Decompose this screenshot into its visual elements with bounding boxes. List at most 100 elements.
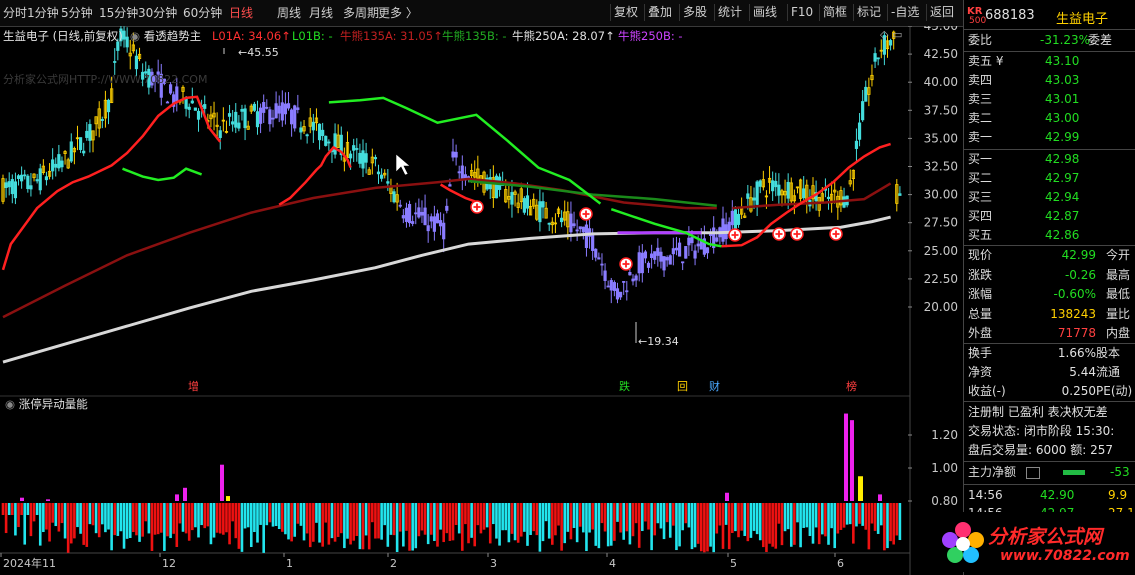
candle-body bbox=[888, 40, 893, 46]
volume-bar bbox=[538, 503, 542, 552]
x-label-7: 6 bbox=[837, 557, 844, 570]
candle-body bbox=[668, 255, 672, 265]
candle-body bbox=[10, 179, 14, 195]
volume-bar bbox=[243, 503, 247, 529]
candle-body bbox=[134, 55, 139, 70]
candle-body bbox=[265, 106, 269, 109]
period-tab-2[interactable]: 5分钟 bbox=[61, 5, 93, 21]
volume-bar bbox=[833, 503, 837, 549]
volume-bar bbox=[786, 503, 790, 530]
bid-row-3[interactable]: 买四 42.87 bbox=[968, 207, 1134, 226]
candle-body bbox=[594, 248, 598, 258]
toolbar-button-5[interactable]: F10 bbox=[787, 4, 816, 21]
sub-indicator[interactable]: ◉ 涨停异动量能 bbox=[5, 396, 88, 412]
volume-bar bbox=[892, 503, 895, 545]
volume-bar bbox=[814, 503, 818, 528]
volume-spike bbox=[20, 497, 24, 501]
volume-bar bbox=[305, 503, 309, 534]
volume-bar bbox=[541, 503, 545, 542]
volume-bar bbox=[485, 503, 489, 528]
candle-body bbox=[656, 247, 660, 256]
event-mark-2[interactable]: 回 bbox=[676, 380, 689, 394]
period-tab-7[interactable]: 周线 bbox=[277, 5, 301, 21]
period-tab-5[interactable]: 60分钟 bbox=[183, 5, 222, 21]
candle-body bbox=[643, 251, 648, 259]
candle-body bbox=[802, 188, 806, 199]
candle-body bbox=[184, 98, 188, 109]
indicator-name[interactable]: ◉ 看透趋势主 bbox=[130, 28, 201, 44]
candle-body bbox=[333, 133, 337, 155]
candle-body bbox=[82, 150, 86, 154]
ask-row-2[interactable]: 卖三 43.01 bbox=[968, 90, 1134, 109]
bid-row-4[interactable]: 买五 42.86 bbox=[968, 226, 1134, 245]
bid-row-2[interactable]: 买三 42.94 bbox=[968, 188, 1134, 207]
volume-bar bbox=[594, 503, 598, 546]
chart-controls[interactable]: ◇ ▭ bbox=[880, 28, 902, 41]
info-row-2: 盘后交易量: 6000 额: 257 bbox=[968, 443, 1113, 457]
candle-body bbox=[355, 148, 359, 150]
volume-bar bbox=[429, 503, 433, 535]
volume-bar bbox=[147, 503, 151, 534]
toolbar-button-4[interactable]: 画线 bbox=[749, 4, 780, 21]
volume-bar bbox=[346, 503, 349, 539]
volume-bar bbox=[895, 503, 899, 536]
volume-bar bbox=[861, 503, 864, 526]
event-mark-0[interactable]: 增 bbox=[187, 380, 200, 394]
candle-body bbox=[60, 160, 64, 168]
period-tab-8[interactable]: 月线 bbox=[309, 5, 333, 21]
period-tab-9[interactable]: 多周期 bbox=[343, 5, 379, 21]
event-mark-4[interactable]: 榜 bbox=[845, 380, 858, 394]
period-tab-4[interactable]: 30分钟 bbox=[138, 5, 177, 21]
volume-bar bbox=[783, 503, 787, 532]
candle-body bbox=[687, 237, 691, 246]
legend-line-3: 牛熊135B: - bbox=[442, 29, 507, 43]
toolbar-button-3[interactable]: 统计 bbox=[714, 4, 745, 21]
mouse-cursor-icon bbox=[395, 153, 411, 176]
stat2-extra: 流通 bbox=[1096, 365, 1121, 379]
stat2-label: 净资 bbox=[968, 365, 993, 379]
volume-bar bbox=[641, 503, 644, 532]
volume-bar bbox=[268, 503, 272, 523]
bid-row-1[interactable]: 买二 42.97 bbox=[968, 169, 1134, 188]
volume-bar bbox=[886, 503, 889, 549]
toolbar-button-1[interactable]: 叠加 bbox=[644, 4, 675, 21]
ask-row-4[interactable]: 卖一 42.99 bbox=[968, 128, 1134, 147]
volume-bar bbox=[678, 503, 681, 547]
toolbar-button-7[interactable]: 标记 bbox=[853, 4, 884, 21]
period-tab-1[interactable]: 1分钟 bbox=[27, 5, 59, 21]
bid-price: 42.97 bbox=[1045, 171, 1080, 185]
period-tab-10[interactable]: 更多 〉 bbox=[378, 5, 418, 21]
volume-bar bbox=[439, 503, 442, 530]
toolbar-button-8[interactable]: -自选 bbox=[887, 4, 922, 21]
candle-body bbox=[451, 151, 455, 158]
kline-chart[interactable]: 45.00 42.50 40.00 37.50 35.00 32.50 30.00 27.50… bbox=[0, 26, 963, 575]
volume-bar bbox=[417, 503, 421, 537]
candle-body bbox=[631, 278, 635, 282]
volume-bar bbox=[889, 503, 892, 542]
bid-row-0[interactable]: 买一 42.98 bbox=[968, 150, 1134, 169]
price-tick-label: 37.50 bbox=[924, 103, 958, 117]
toolbar-button-2[interactable]: 多股 bbox=[679, 4, 710, 21]
candle-body bbox=[736, 213, 741, 225]
toolbar-button-6[interactable]: 简框 bbox=[819, 4, 850, 21]
event-mark-1[interactable]: 跌 bbox=[618, 380, 631, 394]
period-tab-6[interactable]: 日线 bbox=[229, 5, 253, 21]
period-tab-0[interactable]: 分时 bbox=[3, 5, 27, 21]
ask-row-0[interactable]: 卖五 ¥ 43.10 bbox=[968, 52, 1134, 71]
period-tab-3[interactable]: 15分钟 bbox=[99, 5, 138, 21]
volume-bar bbox=[451, 503, 455, 541]
candle-body bbox=[758, 180, 762, 187]
volume-bar bbox=[380, 503, 383, 540]
toolbar-button-0[interactable]: 复权 bbox=[610, 4, 641, 21]
candle-body bbox=[420, 211, 424, 216]
candle-body bbox=[401, 215, 405, 219]
ask-row-1[interactable]: 卖四 43.03 bbox=[968, 71, 1134, 90]
stat2-row-2: 收益(-) 0.250 PE(动) bbox=[968, 382, 1134, 401]
stat-label: 涨跌 bbox=[968, 267, 993, 282]
ask-row-3[interactable]: 卖二 43.00 bbox=[968, 109, 1134, 128]
volume-bar bbox=[203, 503, 207, 529]
toolbar-button-9[interactable]: 返回 bbox=[926, 4, 957, 21]
event-mark-3[interactable]: 财 bbox=[708, 380, 721, 394]
volume-bar bbox=[737, 503, 740, 538]
volume-bar bbox=[578, 503, 582, 527]
